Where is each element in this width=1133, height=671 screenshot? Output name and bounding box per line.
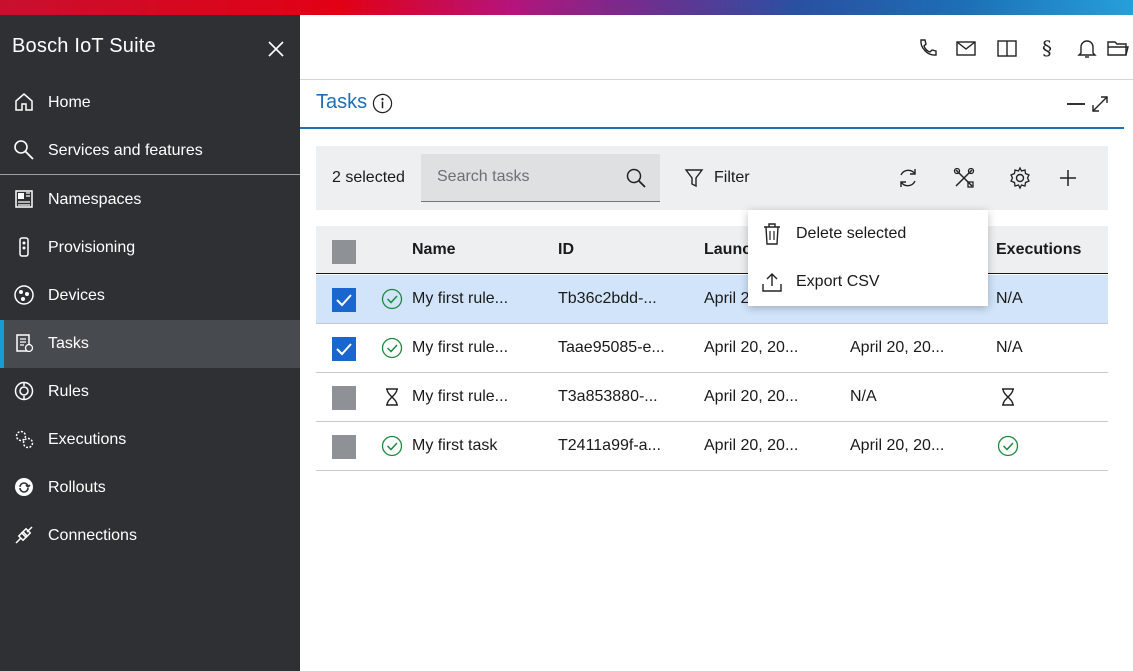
sidebar-item-rollouts[interactable]: Rollouts: [0, 464, 300, 512]
checkmark-icon: [336, 343, 352, 356]
search-icon[interactable]: [625, 167, 647, 189]
task-finished: N/A: [850, 388, 877, 405]
task-name[interactable]: My first rule...: [412, 290, 508, 308]
search-input[interactable]: Search tasks: [421, 154, 660, 202]
column-header-name[interactable]: Name: [412, 241, 456, 259]
export-icon: [762, 273, 782, 292]
close-icon[interactable]: [266, 39, 286, 59]
menu-item-label: Delete selected: [796, 225, 907, 242]
devices-icon: [14, 285, 34, 305]
header-divider: [300, 79, 1133, 80]
rollouts-icon: [15, 478, 33, 496]
tools-icon[interactable]: [952, 166, 976, 190]
add-icon[interactable]: [1056, 166, 1080, 190]
success-status-icon: [381, 288, 403, 310]
sidebar-item-label: Devices: [48, 287, 105, 304]
info-icon[interactable]: [372, 93, 393, 114]
trash-icon: [764, 223, 780, 245]
rules-icon: [14, 381, 34, 401]
selection-count: 2 selected: [332, 169, 405, 186]
hourglass-icon: [1002, 388, 1014, 406]
checkmark-icon: [336, 294, 352, 307]
search-icon: [14, 140, 34, 160]
sidebar-item-connections[interactable]: Connections: [0, 512, 300, 560]
task-launched: April 2: [704, 290, 750, 307]
search-placeholder: Search tasks: [437, 168, 530, 185]
gear-icon[interactable]: [1008, 166, 1032, 190]
bell-icon[interactable]: [1075, 36, 1099, 60]
sidebar-item-label: Provisioning: [48, 239, 136, 256]
sidebar-item-label: Home: [48, 94, 91, 111]
svg-text:§: §: [1042, 36, 1052, 60]
row-checkbox[interactable]: [332, 337, 356, 361]
tasks-icon: [16, 334, 34, 353]
task-launched: April 20, 20...: [704, 339, 799, 356]
filter-icon[interactable]: [684, 167, 704, 189]
success-status-icon: [381, 337, 403, 359]
sidebar-item-label: Rules: [48, 383, 89, 400]
task-id: Taae95085-e...: [558, 339, 665, 356]
hourglass-icon: [386, 388, 398, 406]
task-id: T3a853880-...: [558, 388, 658, 405]
sidebar-item-label: Rollouts: [48, 479, 106, 496]
menu-item-label: Export CSV: [796, 273, 880, 290]
sidebar-item-tasks[interactable]: Tasks: [0, 320, 300, 368]
task-launched: April 20, 20...: [704, 437, 799, 454]
column-header-launched[interactable]: Launc: [704, 241, 751, 259]
sidebar-item-label: Executions: [48, 431, 127, 448]
sidebar-item-namespaces[interactable]: Namespaces: [0, 176, 300, 224]
sidebar-item-devices[interactable]: Devices: [0, 272, 300, 320]
provisioning-icon: [19, 237, 29, 257]
task-name[interactable]: My first task: [412, 437, 497, 455]
task-name[interactable]: My first rule...: [412, 388, 508, 406]
row-checkbox[interactable]: [332, 288, 356, 312]
book-icon[interactable]: [995, 36, 1019, 60]
page-title: Tasks: [316, 91, 368, 113]
task-id: Tb36c2bdd-...: [558, 290, 657, 307]
app-title: Bosch IoT Suite: [12, 35, 156, 57]
task-executions: N/A: [996, 290, 1023, 307]
sidebar-item-executions[interactable]: Executions: [0, 416, 300, 464]
success-status-icon: [997, 435, 1019, 457]
tools-menu: Delete selected Export CSV: [748, 210, 988, 306]
export-csv-menu-item[interactable]: Export CSV: [748, 258, 988, 306]
legal-icon[interactable]: §: [1035, 36, 1059, 60]
row-checkbox[interactable]: [332, 435, 356, 459]
sidebar-item-label: Services and features: [48, 142, 203, 159]
refresh-icon[interactable]: [896, 166, 920, 190]
sidebar-item-rules[interactable]: Rules: [0, 368, 300, 416]
column-header-executions[interactable]: Executions: [996, 241, 1081, 259]
sidebar-item-label: Namespaces: [48, 191, 142, 208]
sidebar: Bosch IoT Suite Home Services and featur…: [0, 15, 300, 671]
sidebar-item-home[interactable]: Home: [0, 79, 300, 127]
executions-icon: [15, 430, 34, 449]
task-launched: April 20, 20...: [704, 388, 799, 405]
sidebar-item-label: Tasks: [48, 335, 89, 352]
sidebar-item-services[interactable]: Services and features: [0, 127, 300, 175]
task-finished: April 20, 20...: [850, 339, 945, 356]
sidebar-item-provisioning[interactable]: Provisioning: [0, 224, 300, 272]
sidebar-divider: [0, 174, 300, 175]
mail-icon[interactable]: [954, 36, 978, 60]
select-all-checkbox[interactable]: [332, 240, 356, 264]
column-header-id[interactable]: ID: [558, 241, 574, 259]
task-name[interactable]: My first rule...: [412, 339, 508, 357]
sidebar-item-label: Connections: [48, 527, 137, 544]
folder-icon[interactable]: [1106, 36, 1130, 60]
task-finished: April 20, 20...: [850, 437, 945, 454]
row-checkbox[interactable]: [332, 386, 356, 410]
success-status-icon: [381, 435, 403, 457]
minimize-icon[interactable]: [1067, 103, 1085, 105]
expand-icon[interactable]: [1091, 95, 1109, 113]
phone-icon[interactable]: [916, 36, 940, 60]
filter-button[interactable]: Filter: [714, 169, 750, 187]
brand-color-bar: [0, 0, 1133, 15]
panel-header-underline: [300, 127, 1124, 129]
namespaces-icon: [15, 190, 33, 208]
connections-icon: [15, 526, 33, 544]
task-id: T2411a99f-a...: [558, 437, 661, 454]
delete-selected-menu-item[interactable]: Delete selected: [748, 210, 988, 258]
home-icon: [15, 93, 33, 111]
task-executions: N/A: [996, 339, 1023, 356]
